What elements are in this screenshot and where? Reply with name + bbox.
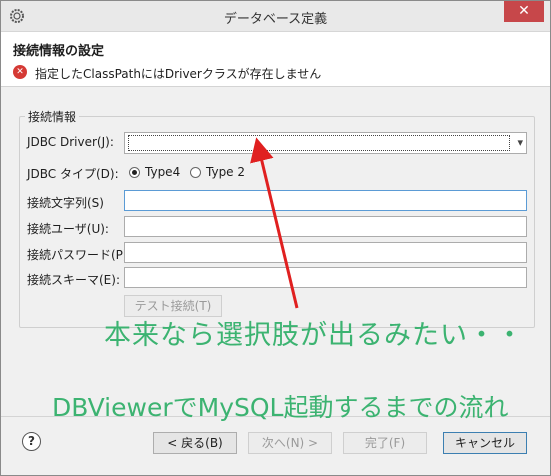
- finish-button[interactable]: 完了(F): [343, 432, 427, 454]
- schema-label: 接続スキーマ(E):: [27, 273, 120, 287]
- url-field[interactable]: [124, 190, 527, 211]
- password-input[interactable]: [125, 243, 526, 262]
- help-icon[interactable]: ?: [22, 432, 41, 451]
- driver-combo-value: [128, 135, 510, 151]
- radio-type2-label: Type 2: [206, 165, 246, 179]
- schema-field[interactable]: [124, 267, 527, 288]
- user-input[interactable]: [125, 217, 526, 236]
- annotation-caption: DBViewerでMySQL起動するまでの流れ: [52, 393, 509, 422]
- window-title: データベース定義: [223, 12, 328, 27]
- driver-combo[interactable]: ▾: [124, 132, 527, 154]
- wizard-header: 接続情報の設定 ✕ 指定したClassPathにはDriverクラスが存在しませ…: [1, 32, 550, 87]
- back-button[interactable]: < 戻る(B): [153, 432, 237, 454]
- chevron-down-icon[interactable]: ▾: [517, 136, 523, 149]
- password-field[interactable]: [124, 242, 527, 263]
- url-input[interactable]: [125, 191, 526, 210]
- cancel-button[interactable]: キャンセル: [443, 432, 527, 454]
- close-button[interactable]: ✕: [504, 1, 544, 22]
- password-label: 接続パスワード(P):: [27, 248, 132, 262]
- radio-type4[interactable]: Type4: [129, 165, 180, 179]
- annotation-note: 本来なら選択肢が出るみたい・・: [104, 320, 524, 351]
- error-message: 指定したClassPathにはDriverクラスが存在しません: [35, 67, 322, 81]
- radio-type4-label: Type4: [145, 165, 181, 179]
- driver-label: JDBC Driver(J):: [27, 135, 114, 149]
- radio-unselected-icon[interactable]: [190, 166, 201, 178]
- page-title: 接続情報の設定: [13, 44, 105, 59]
- url-label: 接続文字列(S): [27, 196, 104, 210]
- type-label: JDBC タイプ(D):: [27, 167, 119, 181]
- user-label: 接続ユーザ(U):: [27, 222, 109, 236]
- group-label: 接続情報: [25, 108, 80, 125]
- error-icon: ✕: [13, 65, 27, 79]
- schema-input[interactable]: [125, 268, 526, 287]
- user-field[interactable]: [124, 216, 527, 237]
- title-bar: データベース定義 ✕: [1, 1, 550, 32]
- radio-selected-icon[interactable]: [129, 166, 140, 178]
- next-button[interactable]: 次へ(N) >: [248, 432, 332, 454]
- radio-type2[interactable]: Type 2: [190, 165, 245, 179]
